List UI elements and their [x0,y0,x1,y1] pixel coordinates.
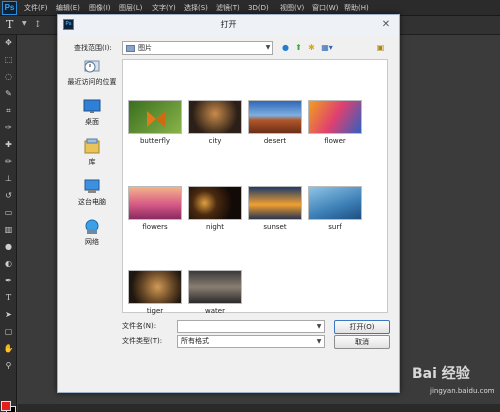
places-bar: 最近访问的位置 桌面 库 这台电脑 网络 [64,58,120,313]
chevron-down-icon: ▼ [265,44,271,51]
filename-label: 文件名(N): [122,322,157,330]
file-label[interactable]: water [185,306,245,316]
brush-tool-icon[interactable]: ✏ [2,156,15,168]
surf-thumbnail[interactable] [308,186,362,220]
hand-tool-icon[interactable]: ✋ [2,343,15,355]
night-thumbnail[interactable] [188,186,242,220]
baidu-watermark-url: jingyan.baidu.com [430,387,495,395]
healing-brush-tool-icon[interactable]: ✚ [2,139,15,151]
desert-thumbnail[interactable] [248,100,302,134]
look-in-select[interactable]: 图片 ▼ [122,41,273,55]
place-network[interactable]: 网络 [64,218,120,248]
history-brush-tool-icon[interactable]: ↺ [2,190,15,202]
computer-icon [84,179,100,193]
baidu-watermark: Bai 经验 [412,366,470,382]
place-desktop[interactable]: 桌面 [64,98,120,128]
flower-thumbnail[interactable] [308,100,362,134]
look-in-value: 图片 [138,44,152,52]
pen-tool-icon[interactable]: ✒ [2,275,15,287]
place-libraries[interactable]: 库 [64,138,120,168]
flowers-thumbnail[interactable] [128,186,182,220]
lasso-tool-icon[interactable]: ◌ [2,71,15,83]
back-icon[interactable]: ● [280,42,291,53]
place-label: 库 [88,158,96,166]
place-label: 这台电脑 [78,198,106,206]
chevron-down-icon[interactable]: ▼ [22,20,27,27]
filetype-select[interactable]: 所有格式 ▼ [177,335,325,348]
file-list: butterfly city desert flower flowers nig… [122,59,388,316]
filetype-value: 所有格式 [181,337,209,345]
place-label: 最近访问的位置 [67,78,117,86]
photoshop-logo: Ps [2,1,17,15]
file-label[interactable]: tiger [125,306,185,316]
path-selection-tool-icon[interactable]: ➤ [2,309,15,321]
type-tool-icon[interactable]: T [2,292,15,304]
file-label[interactable]: surf [305,222,365,232]
place-label: 桌面 [85,118,99,126]
file-label[interactable]: butterfly [125,136,185,146]
marquee-tool-icon[interactable]: ⬚ [2,54,15,66]
sunset-thumbnail[interactable] [248,186,302,220]
new-folder-icon[interactable]: ✱ [306,42,317,53]
chevron-down-icon: ▼ [316,338,322,345]
gradient-tool-icon[interactable]: ▥ [2,224,15,236]
view-menu-icon[interactable]: ▦▾ [319,42,335,53]
network-icon [85,219,99,234]
foreground-color-swatch[interactable] [1,401,11,411]
chevron-down-icon[interactable]: ▼ [314,321,324,332]
desktop-icon [83,99,101,113]
photoshop-icon: Ps [63,19,74,30]
butterfly-thumbnail[interactable] [128,100,182,134]
place-label: 网络 [85,238,99,246]
eyedropper-tool-icon[interactable]: ✑ [2,122,15,134]
cancel-button[interactable]: 取消 [334,335,390,349]
dialog-titlebar[interactable]: 打开 Ps ✕ [58,15,399,35]
file-label[interactable]: flower [305,136,365,146]
open-dialog: 打开 Ps ✕ 查找范围(I): 图片 ▼ ● ⬆ ✱ ▦▾ ▣ 最近访问的位置… [57,14,400,393]
dialog-title: 打开 [220,20,237,29]
eraser-tool-icon[interactable]: ▭ [2,207,15,219]
water-thumbnail[interactable] [188,270,242,304]
type-tool-preset[interactable]: T [6,18,13,32]
place-recent[interactable]: 最近访问的位置 [64,58,120,88]
text-orientation-icon[interactable]: ↕ [34,18,46,32]
quick-select-tool-icon[interactable]: ✎ [2,88,15,100]
close-icon[interactable]: ✕ [378,18,394,31]
clone-stamp-tool-icon[interactable]: ⊥ [2,173,15,185]
status-bar [18,404,500,412]
file-label[interactable]: city [185,136,245,146]
zoom-tool-icon[interactable]: ⚲ [2,360,15,372]
tools-panel: ✥ ⬚ ◌ ✎ ⌗ ✑ ✚ ✏ ⊥ ↺ ▭ ▥ ● ◐ ✒ T ➤ ▢ ✋ ⚲ [0,35,17,412]
recent-places-icon [84,60,100,73]
blur-tool-icon[interactable]: ● [2,241,15,253]
menu-file[interactable]: 文件(F) [24,0,48,16]
pictures-folder-icon [126,45,135,52]
city-thumbnail[interactable] [188,100,242,134]
file-label[interactable]: night [185,222,245,232]
open-button[interactable]: 打开(O) [334,320,390,334]
filename-input[interactable]: ▼ [177,320,325,333]
library-icon [84,138,100,154]
folder-icon[interactable]: ▣ [375,42,386,53]
filetype-label: 文件类型(T): [122,337,163,345]
look-in-label: 查找范围(I): [74,44,112,52]
place-this-pc[interactable]: 这台电脑 [64,178,120,208]
crop-tool-icon[interactable]: ⌗ [2,105,15,117]
rectangle-tool-icon[interactable]: ▢ [2,326,15,338]
file-label[interactable]: sunset [245,222,305,232]
file-label[interactable]: flowers [125,222,185,232]
up-folder-icon[interactable]: ⬆ [293,42,304,53]
tiger-thumbnail[interactable] [128,270,182,304]
move-tool-icon[interactable]: ✥ [2,37,15,49]
dodge-tool-icon[interactable]: ◐ [2,258,15,270]
file-label[interactable]: desert [245,136,305,146]
